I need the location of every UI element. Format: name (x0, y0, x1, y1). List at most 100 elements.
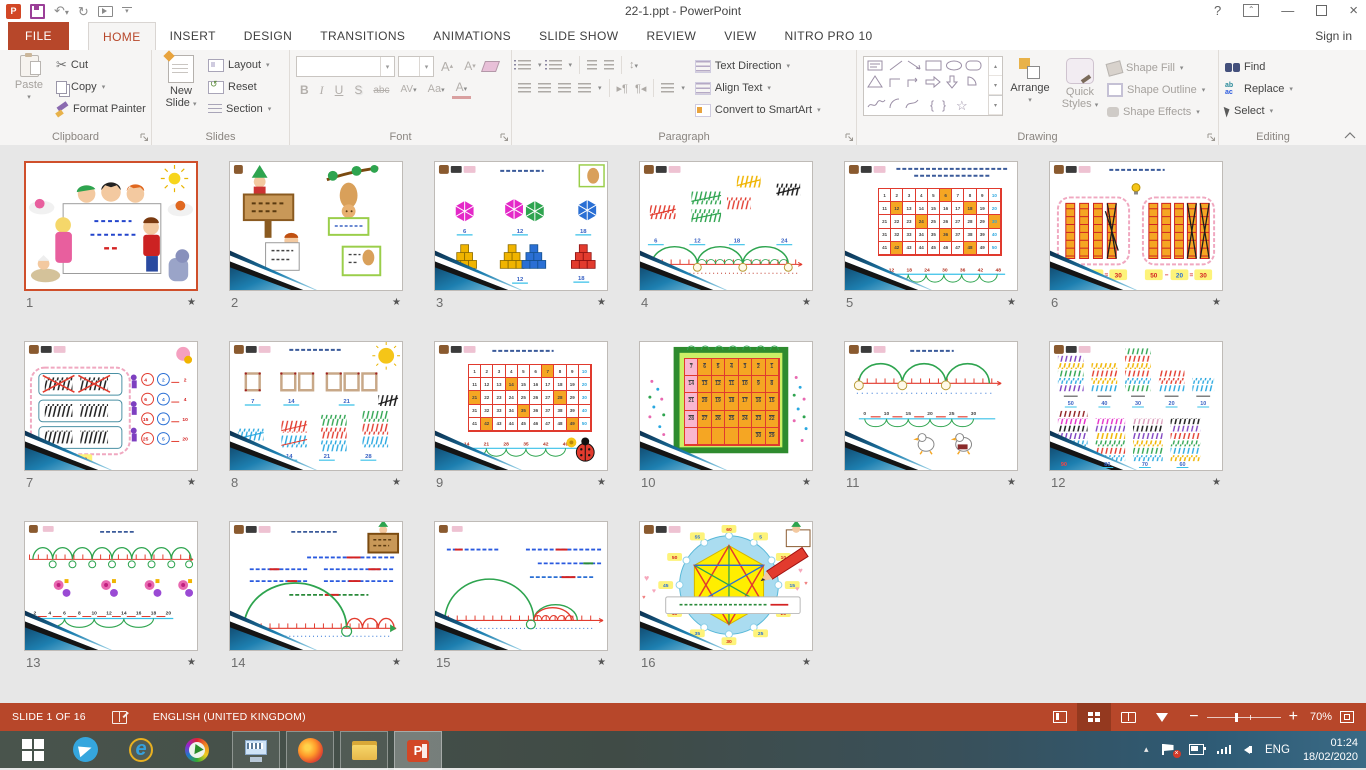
fit-to-window-icon[interactable] (1340, 711, 1354, 723)
decrease-indent-icon[interactable] (587, 60, 597, 70)
slide-sorter-view-button[interactable] (1077, 703, 1111, 731)
section-button[interactable]: Section▾ (208, 99, 271, 119)
replace-button[interactable]: abacReplace▾ (1225, 79, 1323, 99)
tab-review[interactable]: REVIEW (632, 22, 710, 50)
arrange-button[interactable]: Arrange▾ (1007, 56, 1053, 104)
slide-cell-6[interactable]: 40 − 10 = 30 50 − 20 = 30 6★ (1049, 161, 1223, 313)
slide-cell-15[interactable]: 15★ (434, 521, 608, 673)
italic-button[interactable]: I (316, 82, 328, 99)
copy-button[interactable]: Copy▾ (56, 77, 146, 97)
grow-font-button[interactable]: A▴ (437, 58, 457, 75)
taskbar-internet-explorer[interactable]: e (118, 731, 164, 768)
dialog-launcher-icon[interactable] (140, 133, 149, 142)
change-case-button[interactable]: Aa▾ (424, 81, 449, 99)
clock[interactable]: 01:24 18/02/2020 (1303, 736, 1358, 764)
start-button[interactable] (8, 731, 58, 768)
cut-button[interactable]: ✂Cut (56, 55, 146, 75)
spell-check-icon[interactable] (112, 711, 127, 724)
tab-slide-show[interactable]: SLIDE SHOW (525, 22, 632, 50)
gallery-scrollbar[interactable]: ▴▾▾ (988, 57, 1002, 115)
restore-icon[interactable] (1316, 5, 1327, 16)
network-signal-icon[interactable] (1217, 745, 1232, 754)
font-color-button[interactable]: A▾ (452, 81, 472, 99)
tab-design[interactable]: DESIGN (230, 22, 306, 50)
shape-outline-button[interactable]: Shape Outline▾ (1107, 80, 1205, 100)
input-language[interactable]: ENG (1265, 744, 1290, 756)
increase-indent-icon[interactable] (604, 60, 614, 70)
taskbar-file-explorer[interactable] (340, 731, 388, 770)
shape-effects-button[interactable]: Shape Effects▾ (1107, 102, 1205, 122)
zoom-slider[interactable] (1207, 717, 1281, 718)
slide-thumbnail-15[interactable] (434, 521, 608, 651)
quick-styles-button[interactable]: QuickStyles ▾ (1057, 56, 1103, 112)
reading-view-button[interactable] (1111, 703, 1145, 731)
tab-insert[interactable]: INSERT (156, 22, 230, 50)
undo-icon[interactable]: ↶▾ (54, 4, 69, 19)
slide-cell-11[interactable]: 010 1520 2530 11★ (844, 341, 1018, 493)
character-spacing-button[interactable]: AV▾ (396, 81, 420, 99)
right-to-left-icon[interactable]: ¶◂ (635, 82, 646, 95)
slide-thumbnail-1[interactable] (24, 161, 198, 291)
tab-file[interactable]: FILE (8, 22, 69, 50)
clear-formatting-icon[interactable] (481, 61, 500, 72)
convert-smartart-button[interactable]: Convert to SmartArt▾ (695, 100, 821, 120)
slide-thumbnail-10[interactable]: 7654321141312111098212019181716152827262… (639, 341, 813, 471)
find-button[interactable]: Find (1225, 57, 1323, 77)
customize-qat-icon[interactable]: ▾ (122, 7, 132, 15)
language-indicator[interactable]: ENGLISH (UNITED KINGDOM) (153, 711, 306, 723)
text-shadow-button[interactable]: S (350, 82, 366, 99)
slide-thumbnail-2[interactable] (229, 161, 403, 291)
slide-cell-9[interactable]: 714 2128 3542 49 12345678910111213141516… (434, 341, 608, 493)
reset-button[interactable]: Reset (208, 77, 271, 97)
slide-cell-13[interactable]: 24 68 1012 1416 1820 13★ (24, 521, 198, 673)
slide-thumbnail-14[interactable] (229, 521, 403, 651)
slide-cell-3[interactable]: 6 12 18 6 12 18 3★ (434, 161, 608, 313)
slide-cell-1[interactable]: 1★ (24, 161, 198, 313)
slide-thumbnail-11[interactable]: 010 1520 2530 (844, 341, 1018, 471)
zoom-level[interactable]: 70% (1310, 711, 1332, 723)
tab-view[interactable]: VIEW (710, 22, 770, 50)
slide-thumbnail-4[interactable]: 6 12 18 24 (639, 161, 813, 291)
ribbon-display-options-icon[interactable]: ⌃ (1243, 4, 1259, 17)
zoom-in-icon[interactable]: + (1289, 708, 1298, 726)
action-center-flag-icon[interactable] (1162, 744, 1176, 755)
slide-cell-16[interactable]: 60 5 10 15 20 25 30 35 40 45 50 55 (639, 521, 813, 673)
align-left-icon[interactable] (518, 83, 531, 93)
dialog-launcher-icon[interactable] (500, 133, 509, 142)
battery-icon[interactable] (1189, 744, 1204, 755)
left-to-right-icon[interactable]: ▸¶ (617, 82, 628, 95)
slideshow-view-button[interactable] (1145, 703, 1179, 731)
speaker-icon[interactable] (1244, 746, 1252, 754)
underline-button[interactable]: U (331, 82, 348, 99)
select-button[interactable]: Select▾ (1225, 101, 1323, 121)
tab-nitro-pro[interactable]: NITRO PRO 10 (770, 22, 886, 50)
slide-thumbnail-8[interactable]: 7 14 21 7 14 21 28 (229, 341, 403, 471)
taskbar-powerpoint[interactable]: P (394, 731, 442, 770)
redo-icon[interactable]: ↻ (78, 5, 89, 18)
shape-gallery[interactable]: { } ☆ ▴▾▾ (863, 56, 1003, 116)
slide-cell-8[interactable]: 7 14 21 7 14 21 28 8★ (229, 341, 403, 493)
dialog-launcher-icon[interactable] (845, 133, 854, 142)
taskbar-onscreen-keyboard[interactable] (232, 731, 280, 770)
minimize-icon[interactable]: — (1281, 3, 1294, 18)
paste-button[interactable]: Paste ▾ (6, 53, 52, 119)
slide-thumbnail-6[interactable]: 40 − 10 = 30 50 − 20 = 30 (1049, 161, 1223, 291)
tab-animations[interactable]: ANIMATIONS (419, 22, 525, 50)
align-right-icon[interactable] (558, 83, 571, 93)
taskbar-telegram[interactable] (62, 731, 108, 768)
align-text-button[interactable]: Align Text▾ (695, 78, 821, 98)
slide-thumbnail-5[interactable]: 0 6 12 18 24 30 36 42 48 123456789101112… (844, 161, 1018, 291)
slide-thumbnail-12[interactable]: 5040 3020 10 90 80 70 60 (1049, 341, 1223, 471)
shape-fill-button[interactable]: Shape Fill▾ (1107, 58, 1205, 78)
slide-cell-7[interactable]: 422 644 15510 25520 30 − 10 = 20 (24, 341, 198, 493)
line-spacing-icon[interactable]: ↕▾ (629, 59, 638, 71)
normal-view-button[interactable] (1043, 703, 1077, 731)
strikethrough-button[interactable]: abc (369, 82, 393, 99)
new-slide-button[interactable]: NewSlide ▾ (158, 53, 204, 119)
slide-thumbnail-13[interactable]: 24 68 1012 1416 1820 (24, 521, 198, 651)
font-name-combobox[interactable]: ▾ (296, 56, 395, 77)
numbering-icon[interactable] (549, 60, 562, 70)
shrink-font-button[interactable]: A▾ (460, 58, 480, 75)
start-slideshow-icon[interactable] (98, 6, 113, 17)
slide-thumbnail-9[interactable]: 714 2128 3542 49 12345678910111213141516… (434, 341, 608, 471)
